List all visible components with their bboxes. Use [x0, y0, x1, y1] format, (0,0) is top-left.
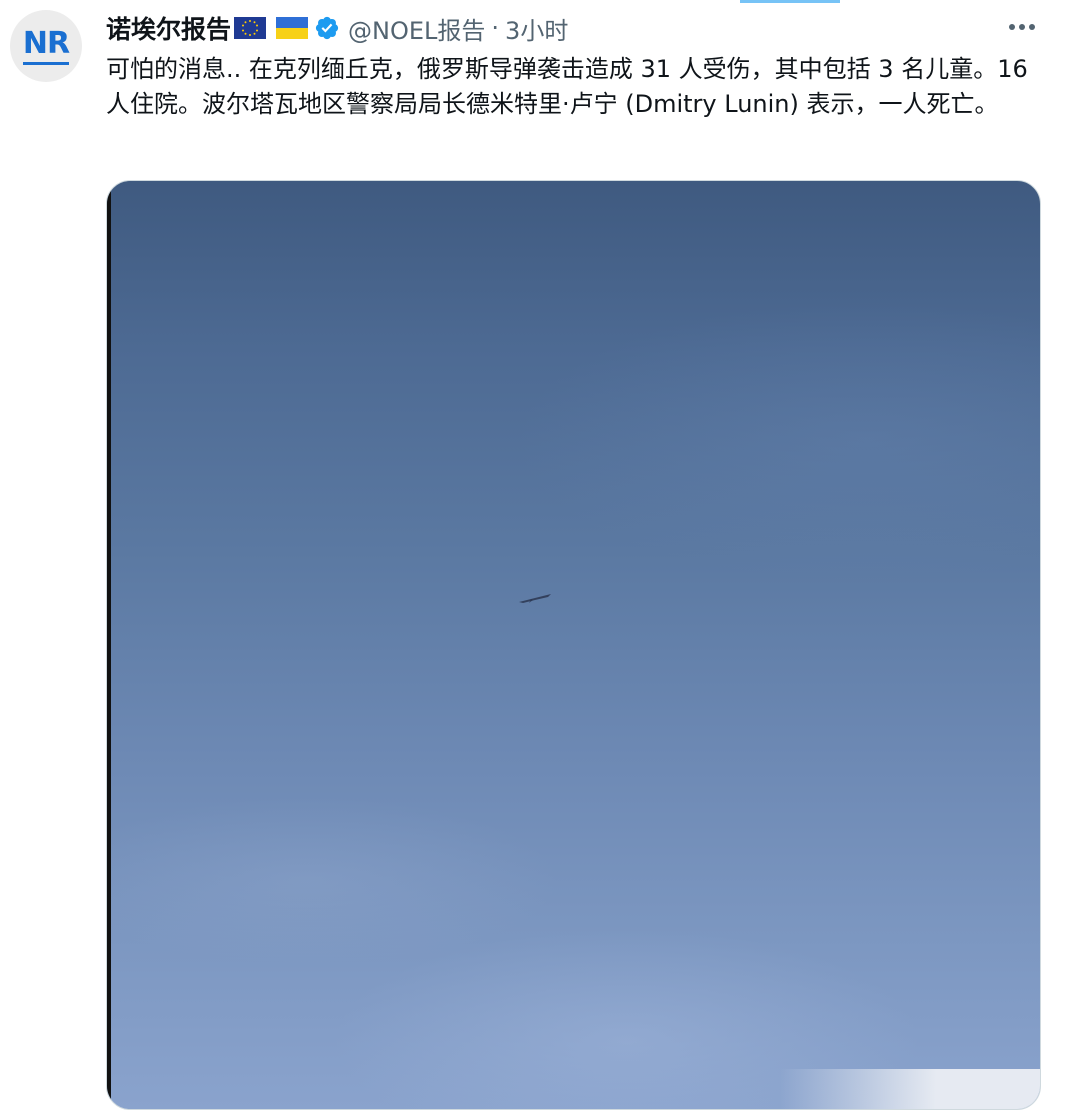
timestamp[interactable]: 3小时	[505, 11, 568, 46]
display-name[interactable]: 诺埃尔报告	[106, 10, 231, 46]
verified-badge-icon	[315, 16, 339, 40]
avatar-initials: NR	[22, 26, 70, 61]
tweet-text: 可怕的消息.. 在克列缅丘克，俄罗斯导弹袭击造成 31 人受伤，其中包括 3 名…	[106, 55, 1028, 118]
avatar-underline	[23, 62, 69, 65]
avatar[interactable]: NR	[10, 10, 82, 82]
more-options-button[interactable]	[1004, 12, 1040, 42]
eu-flag-icon	[234, 17, 267, 39]
media-edge	[107, 181, 111, 1109]
missile-silhouette	[519, 594, 551, 603]
separator-dot: ·	[491, 14, 500, 42]
sky-haze	[107, 181, 1040, 1109]
watermark-fade	[780, 1069, 1040, 1109]
more-horizontal-icon	[1009, 24, 1035, 30]
tweet-media-video[interactable]	[106, 180, 1041, 1110]
tweet-header: 诺埃尔报告 @NOEL报告 · 3小时	[106, 8, 568, 48]
handle[interactable]: @NOEL报告	[348, 11, 485, 46]
ukraine-flag-icon	[276, 17, 309, 39]
tweet[interactable]: NR 诺埃尔报告 @NOEL报告 · 3小时 可怕的消息.. 在克列缅丘克，俄罗…	[0, 0, 1080, 1116]
